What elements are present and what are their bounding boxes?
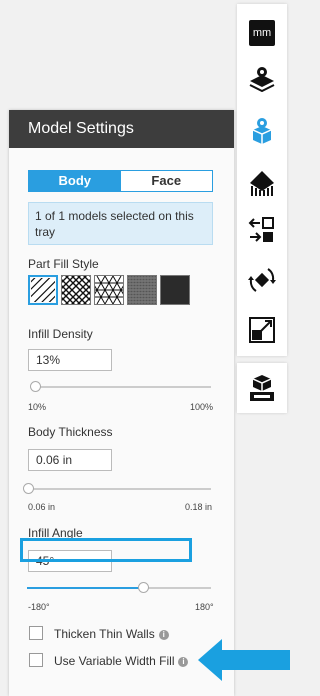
model-settings-panel: Model Settings Body Face 1 of 1 models s… xyxy=(9,110,234,696)
print-queue-icon[interactable] xyxy=(247,373,277,403)
body-thickness-input[interactable]: 0.06 in xyxy=(28,449,112,471)
arrange-icon[interactable] xyxy=(247,215,277,245)
highlight-box xyxy=(20,538,192,562)
infill-density-min: 10% xyxy=(28,402,47,412)
support-icon[interactable] xyxy=(247,168,277,198)
layer-settings-icon[interactable] xyxy=(247,63,277,93)
fill-style-crosshatch[interactable] xyxy=(61,275,91,305)
body-thickness-thumb[interactable] xyxy=(23,483,34,494)
infill-density-label: Infill Density xyxy=(28,327,93,341)
selection-info: 1 of 1 models selected on this tray xyxy=(28,202,213,245)
body-thickness-min: 0.06 in xyxy=(28,502,56,512)
callout-arrow-icon xyxy=(196,635,292,690)
scale-icon[interactable] xyxy=(247,315,277,345)
panel-title: Model Settings xyxy=(9,110,234,148)
fill-style-solid[interactable] xyxy=(160,275,190,305)
fill-style-options xyxy=(28,275,190,305)
fill-style-dense[interactable] xyxy=(127,275,157,305)
info-icon[interactable]: i xyxy=(158,630,169,640)
part-fill-style-label: Part Fill Style xyxy=(28,257,99,271)
tab-body[interactable]: Body xyxy=(29,171,121,191)
model-settings-icon[interactable] xyxy=(247,116,277,146)
fill-style-triangular[interactable] xyxy=(94,275,124,305)
info-icon[interactable]: i xyxy=(178,657,189,667)
units-icon[interactable]: mm xyxy=(247,18,277,48)
use-variable-width-fill-checkbox[interactable] xyxy=(29,653,43,667)
tab-face[interactable]: Face xyxy=(120,171,212,191)
body-thickness-max: 0.18 in xyxy=(185,502,213,512)
infill-density-slider[interactable] xyxy=(35,386,211,388)
thicken-thin-walls-label: Thicken Thin Walls xyxy=(54,627,155,641)
body-thickness-label: Body Thickness xyxy=(28,425,113,439)
rotate-icon[interactable] xyxy=(247,265,277,295)
use-variable-width-fill-label: Use Variable Width Fill xyxy=(54,654,175,668)
infill-angle-min: -180° xyxy=(28,602,50,612)
body-thickness-slider[interactable] xyxy=(27,488,211,490)
infill-density-max: 100% xyxy=(190,402,214,412)
thicken-thin-walls-row: Thicken Thin Walls i xyxy=(54,627,169,641)
fill-style-diagonal[interactable] xyxy=(28,275,58,305)
infill-density-thumb[interactable] xyxy=(30,381,41,392)
print-queue-toolbar xyxy=(237,363,287,413)
body-face-toggle: Body Face xyxy=(28,170,213,192)
use-variable-width-fill-row: Use Variable Width Fill i xyxy=(54,654,189,668)
infill-angle-max: 180° xyxy=(195,602,214,612)
infill-angle-slider[interactable] xyxy=(27,587,211,589)
right-toolbar: mm xyxy=(237,4,287,356)
units-label: mm xyxy=(249,20,275,46)
infill-angle-thumb[interactable] xyxy=(138,582,149,593)
infill-density-input[interactable]: 13% xyxy=(28,349,112,371)
thicken-thin-walls-checkbox[interactable] xyxy=(29,626,43,640)
